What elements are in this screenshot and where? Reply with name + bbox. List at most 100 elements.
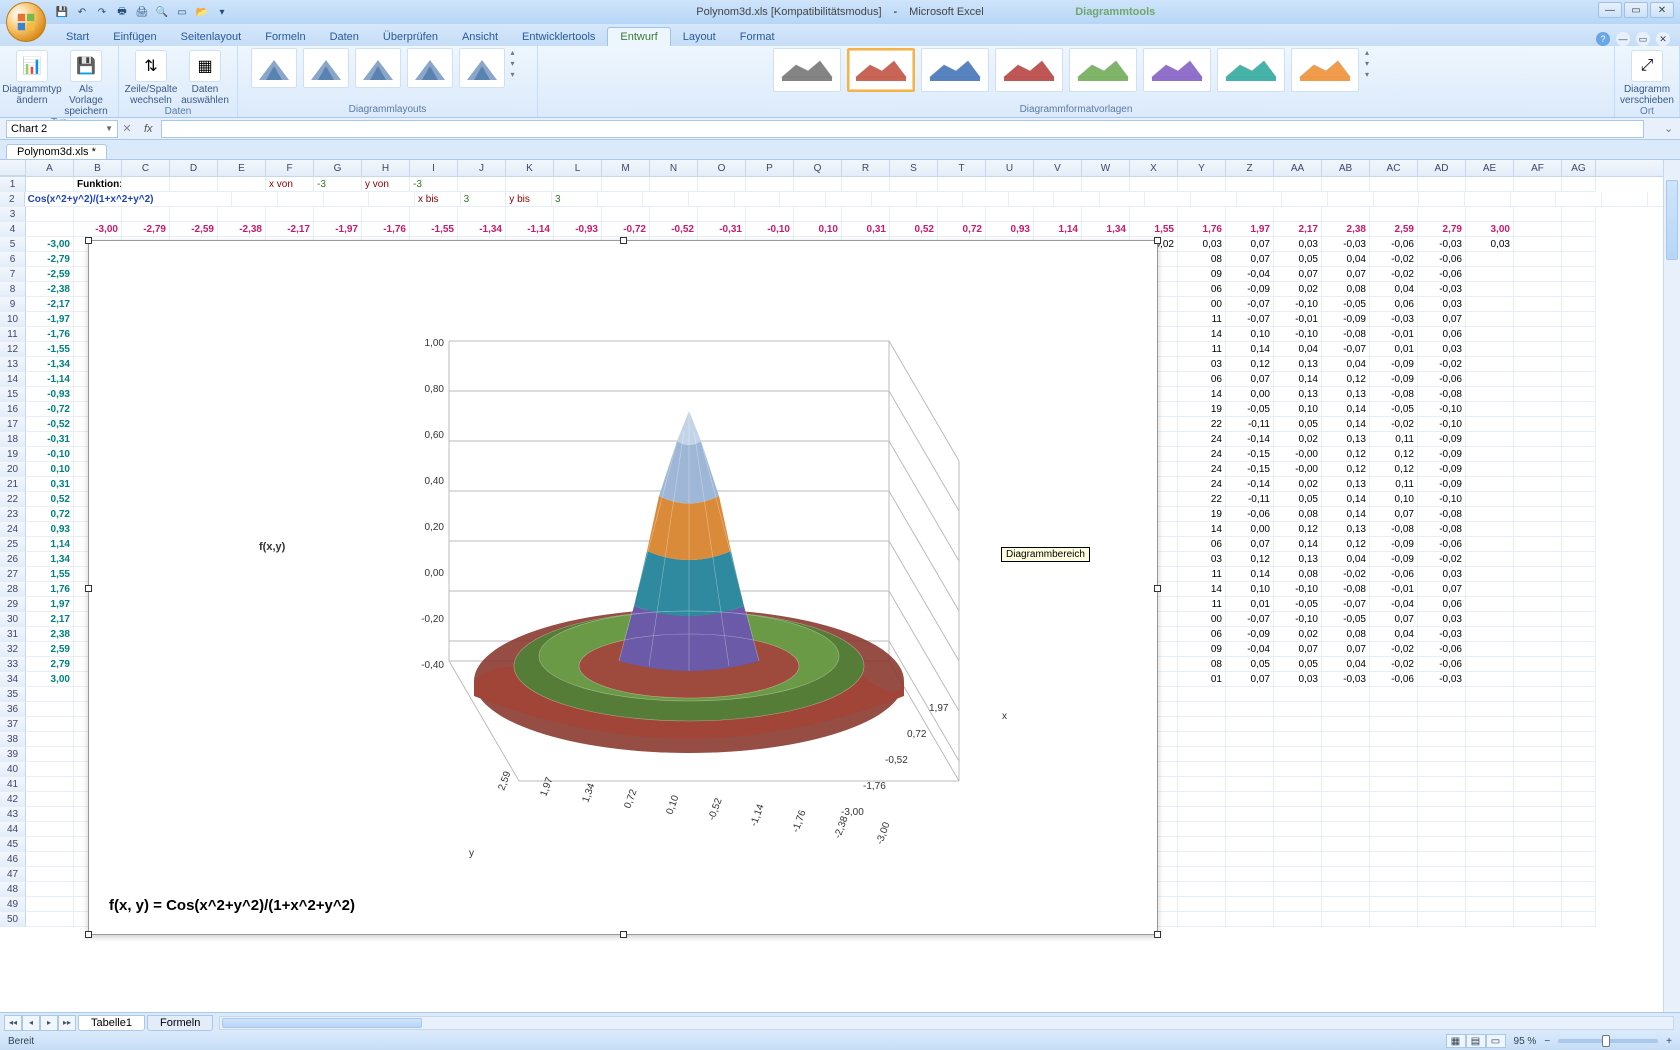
cell[interactable] — [1322, 687, 1370, 702]
cell[interactable] — [1466, 897, 1514, 912]
cell[interactable]: 0,05 — [1274, 252, 1322, 267]
row-header[interactable]: 18 — [0, 432, 26, 447]
cell[interactable] — [1466, 792, 1514, 807]
zoom-in-icon[interactable]: + — [1666, 1036, 1672, 1047]
cell[interactable]: 0,06 — [1418, 597, 1466, 612]
cell[interactable] — [1514, 522, 1562, 537]
cell[interactable] — [26, 222, 74, 237]
cell[interactable] — [1514, 432, 1562, 447]
cell[interactable] — [1466, 207, 1514, 222]
cell[interactable] — [26, 762, 74, 777]
col-header[interactable]: E — [218, 160, 266, 176]
tab-daten[interactable]: Daten — [318, 28, 371, 46]
cell[interactable] — [794, 207, 842, 222]
cell[interactable] — [1466, 852, 1514, 867]
cell[interactable]: -0,05 — [1274, 597, 1322, 612]
cell[interactable]: 0,12 — [1370, 462, 1418, 477]
cell[interactable]: 0,12 — [1322, 462, 1370, 477]
cell[interactable] — [1226, 732, 1274, 747]
cell[interactable]: 22 — [1178, 492, 1226, 507]
cell[interactable] — [1370, 852, 1418, 867]
col-header[interactable]: T — [938, 160, 986, 176]
cell[interactable] — [1322, 807, 1370, 822]
cell[interactable]: -0,02 — [1370, 657, 1418, 672]
cell[interactable]: 0,07 — [1226, 537, 1274, 552]
cell[interactable]: -0,00 — [1274, 447, 1322, 462]
row-header[interactable]: 30 — [0, 612, 26, 627]
cell[interactable]: 0,06 — [1370, 297, 1418, 312]
cell[interactable] — [1322, 912, 1370, 927]
cell[interactable] — [1322, 792, 1370, 807]
cell[interactable]: 0,13 — [1322, 477, 1370, 492]
cell[interactable] — [1226, 897, 1274, 912]
cell[interactable] — [1274, 777, 1322, 792]
cell[interactable] — [826, 192, 872, 207]
cell[interactable]: -0,06 — [1370, 237, 1418, 252]
cell[interactable] — [1226, 747, 1274, 762]
cell[interactable]: 03 — [1178, 552, 1226, 567]
cell[interactable]: 1,14 — [1034, 222, 1082, 237]
cell[interactable] — [1562, 462, 1596, 477]
cell[interactable]: 0,72 — [26, 507, 74, 522]
cell[interactable] — [1562, 327, 1596, 342]
row-header[interactable]: 19 — [0, 447, 26, 462]
cell[interactable]: -0,03 — [1418, 672, 1466, 687]
cell[interactable]: -0,93 — [554, 222, 602, 237]
cell[interactable] — [1466, 462, 1514, 477]
cell[interactable]: 03 — [1178, 357, 1226, 372]
cell[interactable]: 0,72 — [938, 222, 986, 237]
cell[interactable] — [1562, 912, 1596, 927]
cell[interactable]: -3,00 — [26, 237, 74, 252]
row-header[interactable]: 38 — [0, 732, 26, 747]
cell[interactable] — [1274, 882, 1322, 897]
cell[interactable] — [1562, 342, 1596, 357]
cell[interactable]: 0,07 — [1226, 237, 1274, 252]
cell[interactable] — [1370, 702, 1418, 717]
qat-customize-icon[interactable]: ▾ — [214, 4, 230, 20]
cell[interactable]: 22 — [1178, 417, 1226, 432]
col-header[interactable]: AB — [1322, 160, 1370, 176]
cell[interactable] — [1322, 747, 1370, 762]
zoom-thumb[interactable] — [1602, 1035, 1610, 1047]
cell[interactable]: 0,31 — [26, 477, 74, 492]
cell[interactable]: -0,05 — [1370, 402, 1418, 417]
cell[interactable]: 0,02 — [1274, 432, 1322, 447]
chart-style-thumb[interactable] — [773, 48, 841, 92]
cell[interactable] — [410, 207, 458, 222]
row-header[interactable]: 50 — [0, 912, 26, 927]
cell[interactable] — [1514, 627, 1562, 642]
cell[interactable]: -0,31 — [698, 222, 746, 237]
cell[interactable]: -0,10 — [1274, 582, 1322, 597]
cell[interactable]: 3 — [461, 192, 507, 207]
cell[interactable] — [1514, 342, 1562, 357]
chart-style-thumb[interactable] — [1291, 48, 1359, 92]
cell[interactable] — [1466, 327, 1514, 342]
cell[interactable] — [26, 702, 74, 717]
cell[interactable] — [1466, 672, 1514, 687]
cell[interactable]: 19 — [1178, 402, 1226, 417]
resize-handle[interactable] — [85, 585, 92, 592]
cell[interactable] — [1370, 717, 1418, 732]
cell[interactable] — [1466, 252, 1514, 267]
cell[interactable] — [1418, 732, 1466, 747]
cell[interactable] — [1514, 447, 1562, 462]
cell[interactable] — [369, 192, 415, 207]
row-header[interactable]: 46 — [0, 852, 26, 867]
cell[interactable] — [1562, 657, 1596, 672]
cell[interactable]: 0,07 — [1370, 507, 1418, 522]
cell[interactable] — [1466, 507, 1514, 522]
cell[interactable] — [1514, 747, 1562, 762]
cell[interactable]: -0,06 — [1370, 567, 1418, 582]
cell[interactable]: 0,02 — [1274, 627, 1322, 642]
cell[interactable] — [1034, 207, 1082, 222]
row-header[interactable]: 45 — [0, 837, 26, 852]
col-header[interactable]: AE — [1466, 160, 1514, 176]
cell[interactable] — [1562, 597, 1596, 612]
cell[interactable] — [458, 207, 506, 222]
cell[interactable]: 0,31 — [842, 222, 890, 237]
cell[interactable] — [1226, 807, 1274, 822]
cell[interactable]: -1,97 — [26, 312, 74, 327]
cell[interactable]: -0,01 — [1370, 327, 1418, 342]
cell[interactable]: -0,08 — [1370, 522, 1418, 537]
horizontal-scrollbar[interactable] — [219, 1016, 1674, 1030]
